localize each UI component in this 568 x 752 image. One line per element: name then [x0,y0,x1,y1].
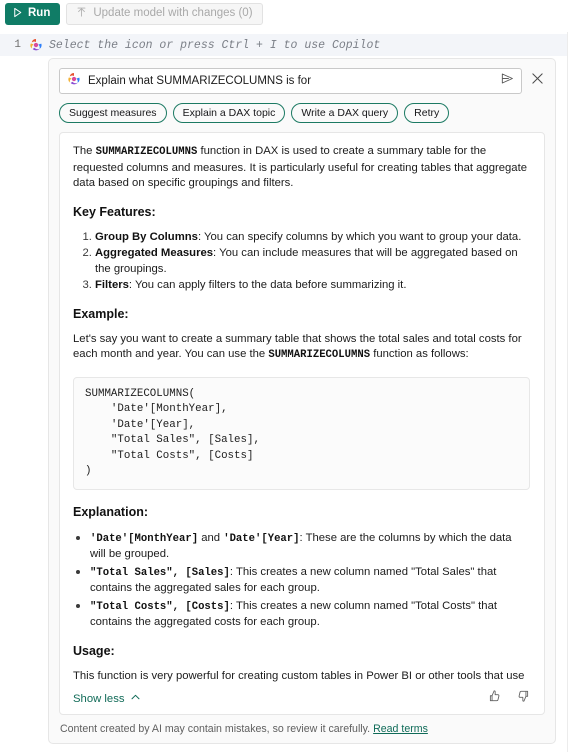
feedback-controls [487,689,531,709]
answer-card-footer: Show less [60,684,544,714]
answer-body: The SUMMARIZECOLUMNS function in DAX is … [60,133,544,684]
expl-code-1: "Total Sales", [Sales] [90,566,230,579]
copilot-answer-card: The SUMMARIZECOLUMNS function in DAX is … [59,132,545,715]
suggestion-chips: Suggest measures Explain a DAX topic Wri… [49,94,555,123]
app-root: Run Update model with changes (0) 1 Sele… [0,0,568,752]
answer-intro-paragraph: The SUMMARIZECOLUMNS function in DAX is … [73,144,530,192]
expl-code-1: "Total Costs", [Costs] [90,600,230,613]
copilot-prompt-input[interactable]: Explain what SUMMARIZECOLUMNS is for [59,68,522,94]
top-toolbar: Run Update model with changes (0) [0,0,568,28]
chevron-up-icon [130,692,141,706]
intro-before: The [73,145,96,157]
copilot-prompt-row: Explain what SUMMARIZECOLUMNS is for [49,59,555,94]
run-button[interactable]: Run [5,3,61,25]
expl-code-2: 'Date'[Year] [223,532,300,545]
copilot-icon[interactable] [29,38,43,52]
thumbs-up-icon[interactable] [487,689,502,709]
chip-retry[interactable]: Retry [404,103,450,123]
usage-heading: Usage: [73,643,115,658]
run-button-label: Run [28,7,51,20]
copilot-icon [67,72,81,91]
send-arrow-icon[interactable] [500,71,515,91]
example-heading: Example: [73,306,129,321]
show-less-button[interactable]: Show less [73,692,141,706]
play-triangle-icon [12,7,23,22]
read-terms-link[interactable]: Read terms [373,723,428,735]
expl-mid: and [198,531,224,544]
chip-write-a-dax-query[interactable]: Write a DAX query [291,103,399,123]
intro-code: SUMMARIZECOLUMNS [95,146,198,158]
copilot-panel: Explain what SUMMARIZECOLUMNS is for Sug… [48,58,556,744]
example-code-inline: SUMMARIZECOLUMNS [268,349,371,361]
line-number: 1 [14,39,21,51]
key-features-list: Group By Columns: You can specify column… [73,230,530,294]
update-model-button[interactable]: Update model with changes (0) [66,3,263,25]
key-features-heading: Key Features: [73,204,156,219]
feature-desc: : You can apply filters to the data befo… [128,279,407,291]
explanation-list: 'Date'[MonthYear] and 'Date'[Year]: Thes… [73,530,530,631]
feature-term: Filters [95,279,129,291]
expl-code-1: 'Date'[MonthYear] [90,532,199,545]
list-item: Filters: You can apply filters to the da… [95,278,530,294]
example-after: function as follows: [370,348,469,360]
copilot-prompt-value: Explain what SUMMARIZECOLUMNS is for [88,75,312,87]
close-x-icon[interactable] [528,70,547,92]
list-item: "Total Costs", [Costs]: This creates a n… [90,598,530,631]
ai-disclaimer-text: Content created by AI may contain mistak… [60,723,371,735]
update-model-label: Update model with changes (0) [93,7,253,20]
list-item: Aggregated Measures: You can include mea… [95,246,530,277]
dax-code-block: SUMMARIZECOLUMNS( 'Date'[MonthYear], 'Da… [73,376,530,490]
chip-suggest-measures[interactable]: Suggest measures [59,103,167,123]
editor-line-1[interactable]: 1 Select the icon or press Ctrl + I to u… [0,34,568,56]
feature-desc: : You can specify columns by which you w… [197,230,522,243]
copilot-hint-text: Select the icon or press Ctrl + I to use… [49,38,381,52]
feature-term: Group By Columns [95,230,198,243]
explanation-heading: Explanation: [73,504,149,519]
feature-term: Aggregated Measures [95,247,214,259]
thumbs-down-icon[interactable] [516,689,531,709]
list-item: "Total Sales", [Sales]: This creates a n… [90,564,530,597]
list-item: Group By Columns: You can specify column… [95,230,530,246]
example-intro-paragraph: Let's say you want to create a summary t… [73,332,530,364]
list-item: 'Date'[MonthYear] and 'Date'[Year]: Thes… [90,530,530,563]
ai-disclaimer: Content created by AI may contain mistak… [49,715,555,743]
usage-paragraph: This function is very powerful for creat… [73,669,525,682]
upload-arrow-icon [76,7,87,22]
show-less-label: Show less [73,693,125,705]
chip-explain-a-dax-topic[interactable]: Explain a DAX topic [172,103,286,123]
dax-code-text: SUMMARIZECOLUMNS( 'Date'[MonthYear], 'Da… [85,387,260,478]
